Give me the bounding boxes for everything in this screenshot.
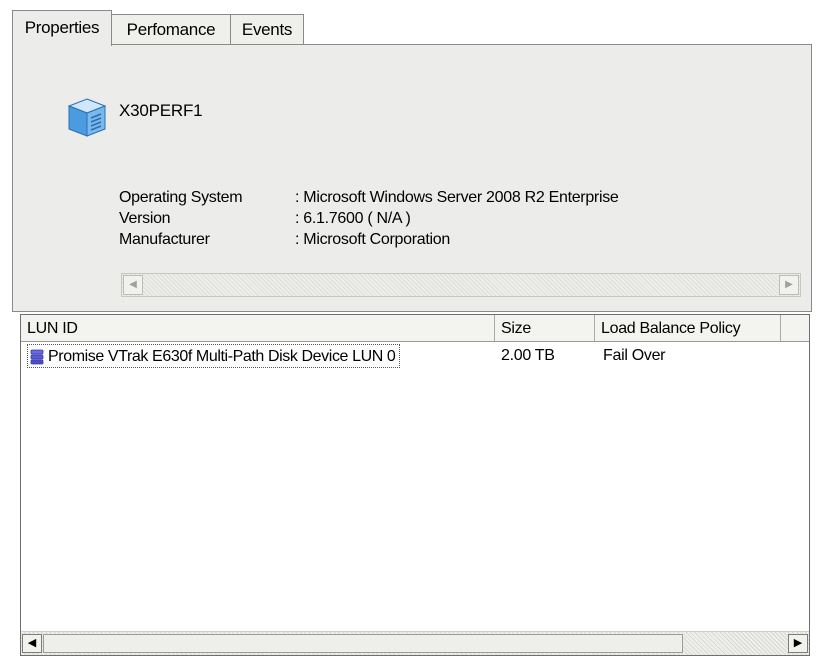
property-value: : Microsoft Windows Server 2008 R2 Enter… [295,189,619,206]
property-label: Manufacturer [119,231,210,248]
scroll-right-icon[interactable]: ▶ [788,634,808,653]
column-header-lun-id[interactable]: LUN ID [21,315,495,341]
list-horizontal-scrollbar[interactable]: ◀ ▶ [21,631,809,655]
properties-panel: X30PERF1 Operating System : Microsoft Wi… [12,44,812,312]
scroll-left-icon[interactable]: ◀ [123,275,143,295]
scroll-left-icon[interactable]: ◀ [22,634,42,653]
property-row: Operating System : Microsoft Windows Ser… [119,187,619,208]
server-cube-icon [67,98,107,137]
tab-properties[interactable]: Properties [12,10,112,46]
property-value: : Microsoft Corporation [295,231,450,248]
properties-horizontal-scrollbar[interactable]: ◀ ▶ [121,273,801,297]
tab-performance[interactable]: Perfomance [111,14,231,44]
column-header-load-balance-policy[interactable]: Load Balance Policy [595,315,781,341]
property-label: Version [119,210,171,227]
lun-id-text: Promise VTrak E630f Multi-Path Disk Devi… [48,348,396,365]
lun-cell[interactable]: Promise VTrak E630f Multi-Path Disk Devi… [27,344,401,368]
properties-list: Operating System : Microsoft Windows Ser… [119,187,619,250]
disk-stack-icon [30,349,44,365]
property-label: Operating System [119,189,243,206]
column-header-size[interactable]: Size [495,315,595,341]
property-value: : 6.1.7600 ( N/A ) [295,210,411,227]
policy-cell: Fail Over [603,347,666,364]
window: Properties Perfomance Events X30PERF1 Op… [0,0,818,664]
scroll-right-icon[interactable]: ▶ [779,275,799,295]
property-row: Manufacturer : Microsoft Corporation [119,229,619,250]
size-cell: 2.00 TB [501,347,555,364]
lun-list: LUN ID Size Load Balance Policy Promise … [20,314,810,656]
server-name: X30PERF1 [119,101,203,120]
table-row[interactable]: Promise VTrak E630f Multi-Path Disk Devi… [21,343,809,369]
tab-events[interactable]: Events [230,14,304,44]
scrollbar-thumb[interactable] [43,634,683,653]
lun-list-header: LUN ID Size Load Balance Policy [21,315,809,342]
property-row: Version : 6.1.7600 ( N/A ) [119,208,619,229]
